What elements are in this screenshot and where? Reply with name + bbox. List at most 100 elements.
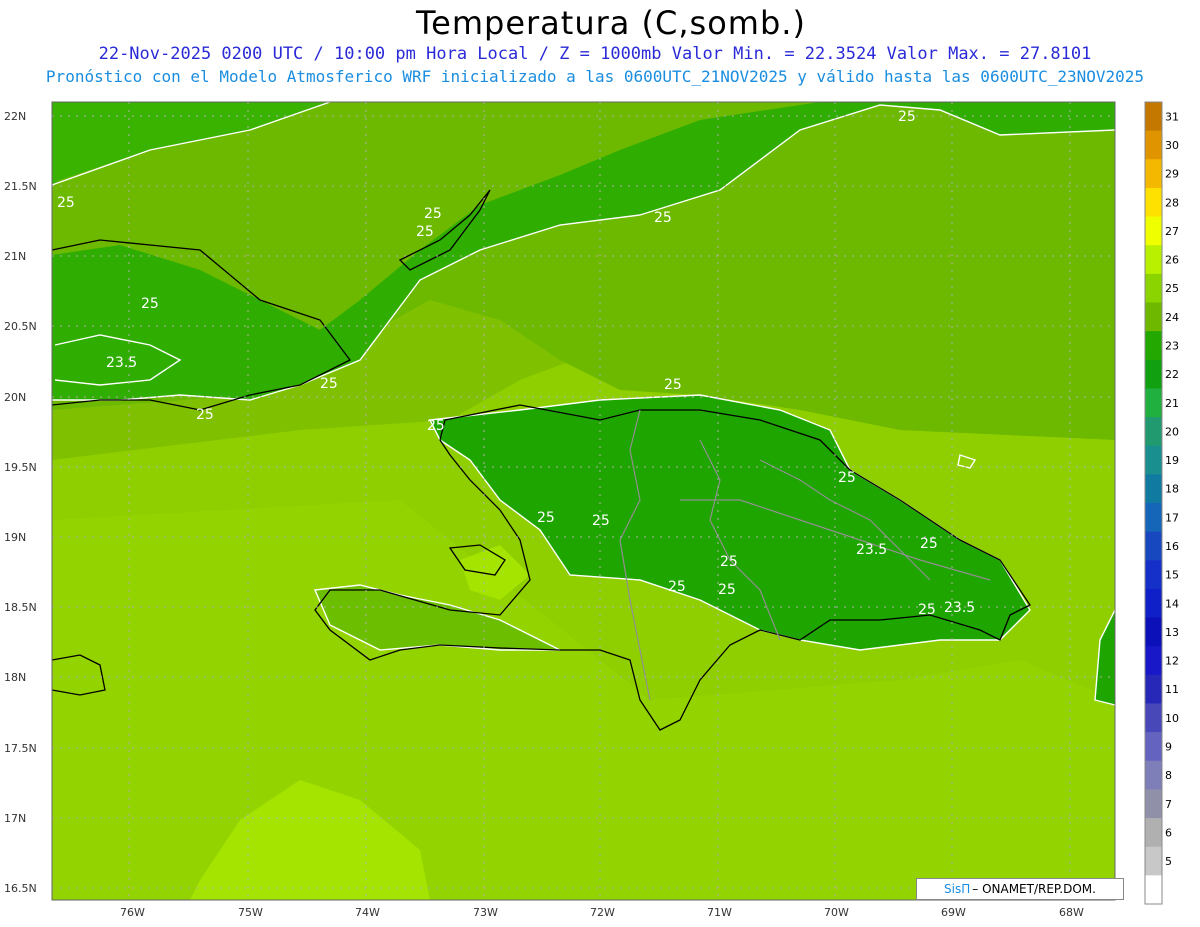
colorbar-tick-label: 9 <box>1165 740 1172 753</box>
colorbar-swatch <box>1145 617 1162 647</box>
lat-label: 17N <box>4 812 26 825</box>
lat-label: 20N <box>4 391 26 404</box>
colorbar-swatch <box>1145 674 1162 704</box>
contour-label: 25 <box>320 376 338 392</box>
colorbar-tick-label: 14 <box>1165 597 1179 610</box>
contour-label: 25 <box>424 206 442 222</box>
colorbar-swatch <box>1145 388 1162 418</box>
contour-label: 25 <box>664 377 682 393</box>
contour-label: 25 <box>416 224 434 240</box>
colorbar-tick-label: 26 <box>1165 254 1179 267</box>
contour-label: 25 <box>920 536 938 552</box>
colorbar-tick-label: 21 <box>1165 397 1179 410</box>
colorbar-swatch <box>1145 732 1162 762</box>
contour-label: 25 <box>918 602 936 618</box>
colorbar-swatch <box>1145 445 1162 475</box>
colorbar-swatch <box>1145 531 1162 561</box>
colorbar-tick-label: 28 <box>1165 196 1179 209</box>
longitude-labels: 76W 75W 74W 73W 72W 71W 70W 69W 68W <box>120 906 1084 919</box>
colorbar-swatch <box>1145 760 1162 790</box>
colorbar-swatch <box>1145 588 1162 619</box>
contour-label: 25 <box>838 470 856 486</box>
colorbar-tick-label: 12 <box>1165 655 1179 668</box>
colorbar-tick-label: 29 <box>1165 168 1179 181</box>
colorbar-swatch <box>1145 187 1162 218</box>
colorbar-swatch <box>1145 359 1162 389</box>
lon-label: 76W <box>120 906 145 919</box>
colorbar-tick-label: 15 <box>1165 569 1179 582</box>
lat-label: 21.5N <box>4 180 37 193</box>
lat-label: 19.5N <box>4 461 37 474</box>
colorbar-swatch <box>1145 245 1162 275</box>
temperature-map: 22N 21.5N 21N 20.5N 20N 19.5N 19N 18.5N … <box>4 101 1179 919</box>
lon-label: 71W <box>707 906 732 919</box>
colorbar-tick-label: 20 <box>1165 425 1179 438</box>
colorbar-swatch <box>1145 875 1162 905</box>
contour-label: 23.5 <box>106 355 137 371</box>
contour-label: 25 <box>141 296 159 312</box>
colorbar-tick-label: 17 <box>1165 511 1179 524</box>
contour-label: 25 <box>537 510 555 526</box>
color-scale-bar: 31 30 29 28 27 26 25 24 23 22 21 20 19 18 17 16 15 14 13 12… <box>1144 101 1179 905</box>
colorbar-tick-label: 23 <box>1165 339 1179 352</box>
colorbar-swatch <box>1145 846 1162 876</box>
contour-label: 25 <box>196 407 214 423</box>
colorbar-tick-label: 10 <box>1165 712 1179 725</box>
colorbar-swatch <box>1145 216 1162 246</box>
latitude-labels: 22N 21.5N 21N 20.5N 20N 19.5N 19N 18.5N … <box>4 110 37 895</box>
contour-label: 23.5 <box>944 600 975 616</box>
colorbar-tick-label: 27 <box>1165 225 1179 238</box>
colorbar-swatch <box>1145 474 1162 504</box>
contour-label: 25 <box>427 418 445 434</box>
lon-label: 75W <box>238 906 263 919</box>
colorbar-tick-label: 13 <box>1165 626 1179 639</box>
lat-label: 17.5N <box>4 742 37 755</box>
colorbar-tick-label: 18 <box>1165 483 1179 496</box>
sispi-logo: SisΠ <box>944 882 971 896</box>
colorbar-tick-label: 11 <box>1165 683 1179 696</box>
lat-label: 16.5N <box>4 882 37 895</box>
colorbar-tick-label: 8 <box>1165 769 1172 782</box>
colorbar-swatch <box>1145 102 1162 132</box>
colorbar-swatch <box>1145 503 1162 533</box>
lat-label: 20.5N <box>4 320 37 333</box>
lon-label: 73W <box>473 906 498 919</box>
lon-label: 69W <box>941 906 966 919</box>
colorbar-tick-label: 31 <box>1165 110 1179 123</box>
colorbar-swatch <box>1145 646 1162 676</box>
colorbar-swatch <box>1145 273 1162 303</box>
contour-label: 25 <box>654 210 672 226</box>
contour-label: 25 <box>592 513 610 529</box>
contour-label: 25 <box>720 554 738 570</box>
colorbar-tick-label: 22 <box>1165 368 1179 381</box>
contour-label: 25 <box>718 582 736 598</box>
lon-label: 68W <box>1059 906 1084 919</box>
colorbar-swatch <box>1145 560 1162 590</box>
lat-label: 18N <box>4 671 26 684</box>
colorbar-tick-label: 16 <box>1165 540 1179 553</box>
colorbar-swatch <box>1145 417 1162 447</box>
lat-label: 22N <box>4 110 26 123</box>
contour-label: 25 <box>57 195 75 211</box>
contour-label: 25 <box>668 579 686 595</box>
colorbar-tick-label: 7 <box>1165 798 1172 811</box>
contour-label: 23.5 <box>856 542 887 558</box>
colorbar-swatch <box>1145 789 1162 819</box>
lon-label: 72W <box>590 906 615 919</box>
colorbar-swatch <box>1145 159 1162 189</box>
lat-label: 18.5N <box>4 601 37 614</box>
lon-label: 74W <box>355 906 380 919</box>
lat-label: 21N <box>4 250 26 263</box>
contour-label: 25 <box>898 109 916 125</box>
colorbar-swatch <box>1145 130 1162 160</box>
lat-label: 19N <box>4 531 26 544</box>
colorbar-swatch <box>1145 331 1162 361</box>
colorbar-swatch <box>1145 302 1162 332</box>
credit-org: – ONAMET/REP.DOM. <box>972 882 1096 896</box>
colorbar-swatch <box>1145 703 1162 733</box>
colorbar-tick-label: 19 <box>1165 454 1179 467</box>
colorbar-tick-label: 30 <box>1165 139 1179 152</box>
colorbar-tick-label: 25 <box>1165 282 1179 295</box>
colorbar-swatch <box>1145 818 1162 848</box>
colorbar-tick-label: 24 <box>1165 311 1179 324</box>
